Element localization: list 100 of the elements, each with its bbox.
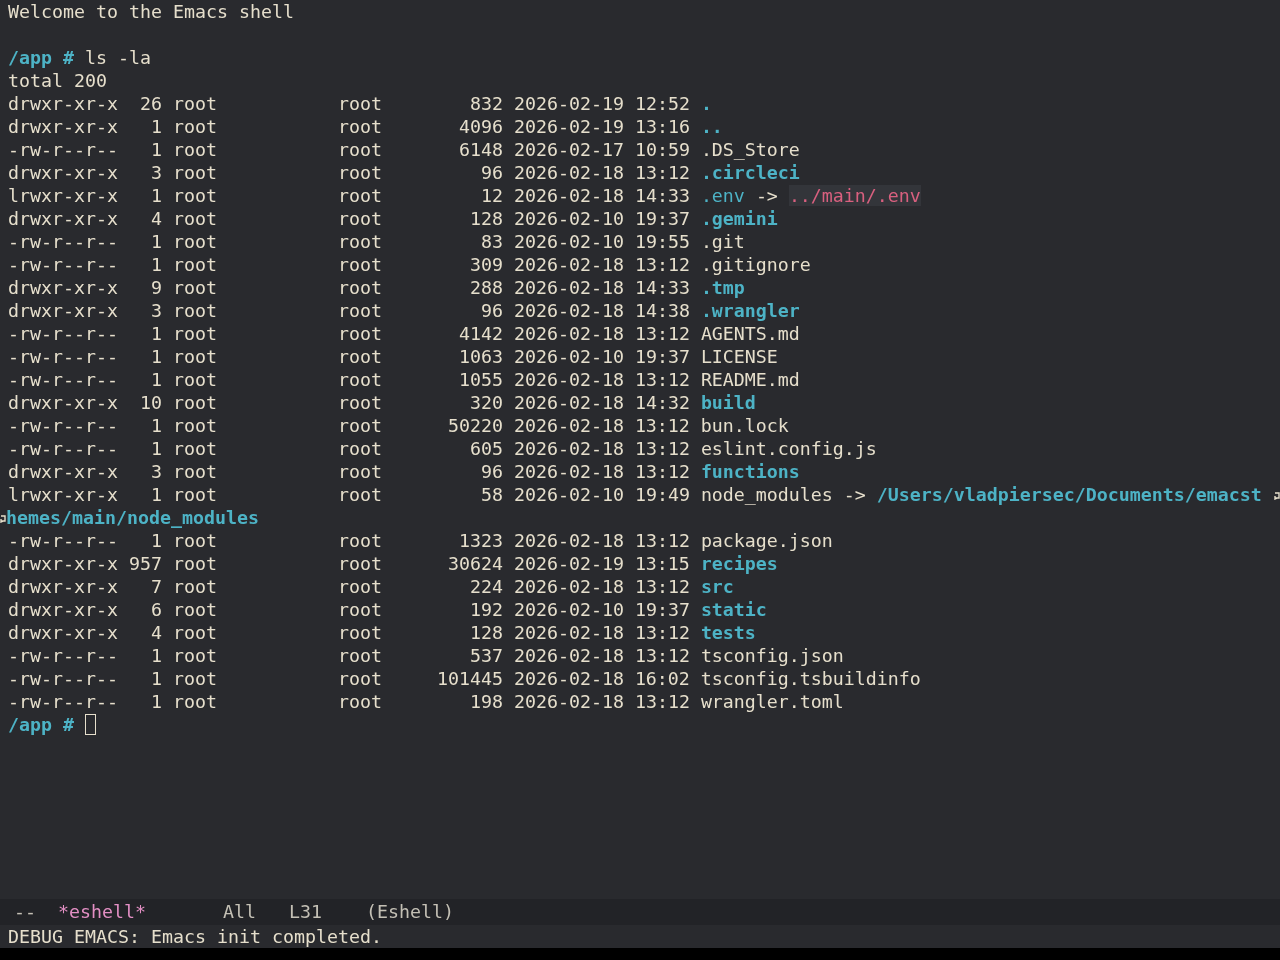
link-count: 4: [150, 622, 162, 643]
file-name: .git: [700, 231, 745, 252]
file-date: 2026-02-18: [513, 254, 624, 275]
file-name: wrangler.toml: [700, 691, 844, 712]
file-group: root: [337, 231, 382, 252]
file-owner: root: [172, 438, 217, 459]
shell-prompt: /app #: [8, 47, 74, 68]
file-time: 14:38: [634, 300, 690, 321]
file-name: static: [700, 599, 767, 620]
file-owner: root: [172, 231, 217, 252]
file-size: 50220: [447, 415, 503, 436]
file-group: root: [337, 346, 382, 367]
file-time: 13:12: [634, 691, 690, 712]
file-date: 2026-02-18: [513, 645, 624, 666]
file-group: root: [337, 185, 382, 206]
file-owner: root: [172, 346, 217, 367]
link-count: 1: [150, 254, 162, 275]
file-name: tsconfig.json: [700, 645, 844, 666]
symlink-target: hemes/main/node_modules: [6, 507, 259, 528]
link-count: 1: [150, 369, 162, 390]
file-date: 2026-02-18: [513, 185, 624, 206]
link-count: 1: [150, 668, 162, 689]
link-count: 1: [150, 645, 162, 666]
file-size: 6148: [458, 139, 503, 160]
file-name: src: [700, 576, 734, 597]
file-size: 198: [469, 691, 503, 712]
file-group: root: [337, 116, 382, 137]
symlink-arrow: ->: [843, 484, 866, 505]
file-owner: root: [172, 116, 217, 137]
link-count: 1: [150, 116, 162, 137]
link-count: 7: [150, 576, 162, 597]
symlink-target: /Users/vladpiersec/Documents/emacst: [876, 484, 1262, 505]
file-owner: root: [172, 369, 217, 390]
file-permissions: drwxr-xr-x: [8, 93, 118, 114]
file-size: 537: [469, 645, 503, 666]
link-count: 6: [150, 599, 162, 620]
file-time: 10:59: [634, 139, 690, 160]
file-size: 1323: [458, 530, 503, 551]
file-permissions: -rw-r--r--: [8, 645, 118, 666]
file-name: bun.lock: [700, 415, 789, 436]
file-date: 2026-02-19: [513, 553, 624, 574]
file-date: 2026-02-18: [513, 369, 624, 390]
file-time: 19:37: [634, 208, 690, 229]
symlink-arrow: ->: [755, 185, 778, 206]
file-date: 2026-02-18: [513, 415, 624, 436]
file-group: root: [337, 208, 382, 229]
file-size: 4096: [458, 116, 503, 137]
file-name: build: [700, 392, 756, 413]
file-time: 13:12: [634, 530, 690, 551]
file-size: 224: [469, 576, 503, 597]
file-name: .gitignore: [700, 254, 811, 275]
text-cursor: [85, 714, 96, 735]
file-time: 13:12: [634, 576, 690, 597]
file-owner: root: [172, 323, 217, 344]
file-group: root: [337, 300, 382, 321]
file-date: 2026-02-19: [513, 116, 624, 137]
file-date: 2026-02-18: [513, 323, 624, 344]
buffer-name: *eshell*: [58, 901, 146, 922]
file-owner: root: [172, 576, 217, 597]
file-owner: root: [172, 668, 217, 689]
file-permissions: drwxr-xr-x: [8, 300, 118, 321]
file-date: 2026-02-10: [513, 231, 624, 252]
link-count: 957: [128, 553, 162, 574]
file-permissions: lrwxr-xr-x: [8, 484, 118, 505]
file-size: 30624: [447, 553, 503, 574]
file-group: root: [337, 668, 382, 689]
file-size: 605: [469, 438, 503, 459]
file-owner: root: [172, 254, 217, 275]
file-date: 2026-02-18: [513, 438, 624, 459]
file-group: root: [337, 139, 382, 160]
file-time: 13:12: [634, 369, 690, 390]
file-permissions: -rw-r--r--: [8, 438, 118, 459]
file-permissions: -rw-r--r--: [8, 530, 118, 551]
link-count: 1: [150, 484, 162, 505]
file-time: 19:49: [634, 484, 690, 505]
file-size: 96: [480, 162, 503, 183]
file-date: 2026-02-18: [513, 530, 624, 551]
file-group: root: [337, 438, 382, 459]
link-count: 1: [150, 346, 162, 367]
line-wrap-icon: [1274, 492, 1280, 500]
link-count: 1: [150, 323, 162, 344]
link-count: 10: [139, 392, 162, 413]
file-group: root: [337, 530, 382, 551]
file-owner: root: [172, 208, 217, 229]
file-size: 101445: [436, 668, 503, 689]
file-permissions: drwxr-xr-x: [8, 116, 118, 137]
file-name: eslint.config.js: [700, 438, 877, 459]
file-size: 1063: [458, 346, 503, 367]
file-group: root: [337, 553, 382, 574]
file-permissions: -rw-r--r--: [8, 139, 118, 160]
file-owner: root: [172, 392, 217, 413]
file-name: .DS_Store: [700, 139, 800, 160]
file-date: 2026-02-18: [513, 461, 624, 482]
file-name: .: [700, 93, 712, 114]
file-group: root: [337, 415, 382, 436]
file-date: 2026-02-10: [513, 208, 624, 229]
file-size: 83: [480, 231, 503, 252]
scroll-position: All: [222, 901, 256, 922]
file-time: 13:16: [634, 116, 690, 137]
file-permissions: drwxr-xr-x: [8, 162, 118, 183]
